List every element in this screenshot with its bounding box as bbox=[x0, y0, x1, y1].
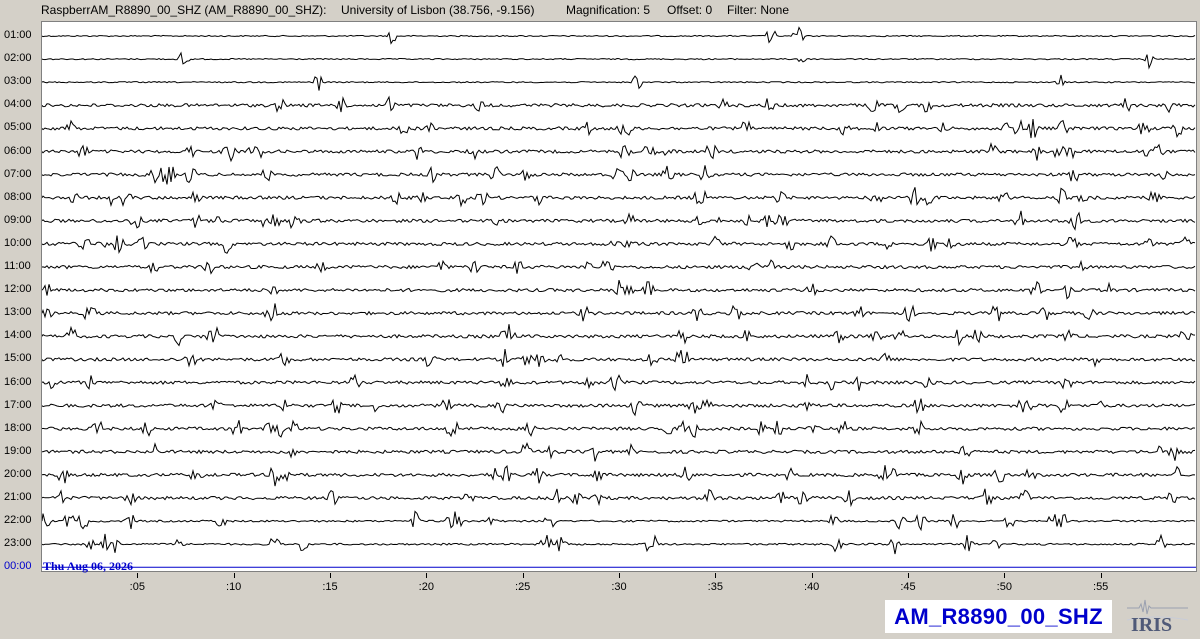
minute-label: :55 bbox=[1093, 581, 1109, 593]
hour-label: 07:00 bbox=[4, 167, 32, 180]
trace-row bbox=[42, 187, 1196, 208]
trace-row bbox=[42, 165, 1196, 185]
filter-readout: Filter: None bbox=[727, 3, 790, 17]
station-title: RaspberrAM_R8890_00_SHZ (AM_R8890_00_SHZ… bbox=[41, 3, 327, 17]
minute-tick bbox=[137, 573, 139, 578]
minute-label: :45 bbox=[900, 581, 916, 593]
minute-label: :10 bbox=[226, 581, 242, 593]
hour-label: 04:00 bbox=[4, 98, 32, 111]
trace-row bbox=[42, 324, 1196, 347]
hour-label: 18:00 bbox=[4, 421, 32, 434]
minute-tick bbox=[811, 573, 813, 578]
trace-row bbox=[42, 259, 1196, 275]
minute-tick bbox=[715, 573, 717, 578]
minute-label: :30 bbox=[611, 581, 627, 593]
minute-label: :50 bbox=[996, 581, 1012, 593]
trace-row bbox=[42, 235, 1196, 254]
station-badge: AM_R8890_00_SHZ bbox=[885, 600, 1112, 633]
offset-readout: Offset: 0 bbox=[667, 3, 713, 17]
date-label: Thu Aug 06, 2026 bbox=[43, 559, 134, 573]
trace-row bbox=[42, 95, 1196, 114]
minute-tick bbox=[330, 573, 331, 578]
trace-row bbox=[42, 398, 1196, 417]
hour-label: 05:00 bbox=[4, 121, 32, 134]
trace-row bbox=[42, 349, 1196, 368]
location-text: University of Lisbon (38.756, -9.156) bbox=[341, 3, 535, 17]
trace-row bbox=[42, 373, 1196, 392]
hour-label: 11:00 bbox=[4, 260, 31, 272]
minute-label: :40 bbox=[804, 581, 820, 593]
minute-axis: :05 :10 :15 :20 :25 :30 :35 :40 :45 :50 :55 bbox=[41, 573, 1197, 603]
hour-label: 21:00 bbox=[4, 491, 32, 503]
trace-row bbox=[42, 303, 1196, 323]
hour-label: 12:00 bbox=[4, 283, 32, 296]
trace-row bbox=[42, 210, 1196, 231]
minute-tick bbox=[1004, 573, 1006, 578]
hour-label: 03:00 bbox=[4, 75, 32, 88]
header-bar: RaspberrAM_R8890_00_SHZ (AM_R8890_00_SHZ… bbox=[0, 0, 1200, 20]
hour-label: 17:00 bbox=[4, 398, 32, 411]
trace-row bbox=[42, 118, 1196, 139]
trace-row bbox=[42, 142, 1196, 163]
hour-label: 22:00 bbox=[4, 514, 32, 527]
magnification-readout: Magnification: 5 bbox=[566, 3, 651, 17]
svg-text:IRIS: IRIS bbox=[1131, 614, 1172, 634]
hour-label: 02:00 bbox=[4, 52, 32, 65]
minute-label: :20 bbox=[418, 581, 434, 593]
hour-label: 15:00 bbox=[4, 352, 32, 365]
trace-row bbox=[42, 26, 1196, 45]
minute-tick bbox=[1100, 573, 1102, 578]
minute-tick bbox=[619, 573, 620, 578]
hour-label: 01:00 bbox=[4, 29, 32, 41]
trace-row bbox=[42, 419, 1196, 438]
minute-label: :05 bbox=[129, 581, 145, 593]
hour-label: 19:00 bbox=[4, 444, 32, 457]
minute-tick bbox=[233, 573, 235, 578]
trace-row bbox=[42, 442, 1196, 462]
minute-label: :15 bbox=[322, 581, 338, 593]
trace-row bbox=[42, 488, 1196, 508]
minute-label: :25 bbox=[515, 581, 531, 593]
hour-label: 13:00 bbox=[4, 306, 32, 319]
hour-label: 08:00 bbox=[4, 190, 32, 203]
hour-label: 16:00 bbox=[4, 375, 32, 388]
hour-label: 23:00 bbox=[4, 537, 32, 550]
trace-row bbox=[42, 51, 1196, 70]
helicorder-plot bbox=[41, 21, 1197, 572]
minute-label: :35 bbox=[707, 581, 723, 593]
trace-row bbox=[42, 74, 1195, 91]
minute-tick bbox=[426, 573, 428, 578]
trace-row bbox=[42, 510, 1196, 532]
hour-label: 14:00 bbox=[4, 329, 32, 342]
hour-label: 10:00 bbox=[4, 236, 32, 249]
trace-row bbox=[42, 279, 1196, 300]
hour-label: 06:00 bbox=[4, 144, 32, 157]
trace-row bbox=[42, 533, 1196, 555]
hour-label: 09:00 bbox=[4, 213, 32, 226]
hour-label: 00:00 bbox=[4, 560, 32, 573]
iris-logo-icon: IRIS bbox=[1125, 594, 1190, 636]
minute-tick bbox=[908, 573, 909, 578]
minute-tick bbox=[522, 573, 524, 578]
seismogram-traces bbox=[42, 26, 1196, 568]
trace-row bbox=[42, 465, 1196, 487]
hour-labels: 01:00 02:00 03:00 04:00 05:00 06:00 07:00 08:00… bbox=[0, 0, 41, 600]
hour-label: 20:00 bbox=[4, 467, 32, 480]
